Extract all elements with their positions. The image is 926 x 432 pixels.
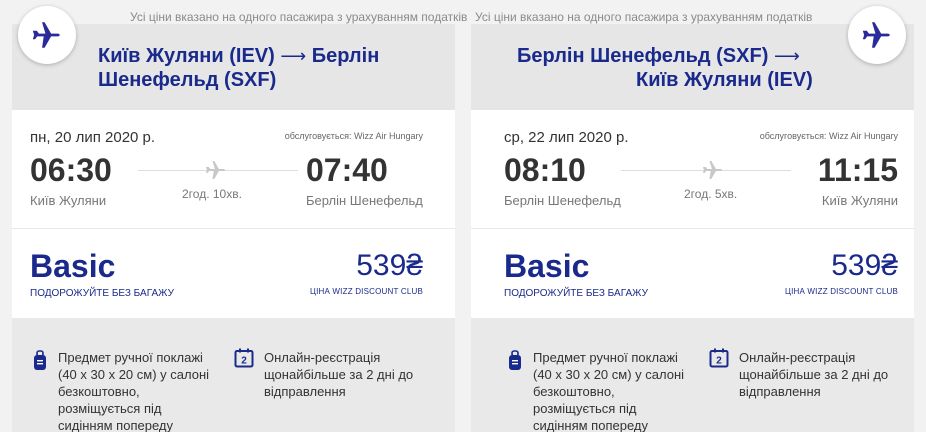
feature-line: відправлення <box>739 384 821 399</box>
feature-line: Онлайн-реєстрація <box>264 350 381 365</box>
feature-line: (40 х 30 х 20 см) у салоні <box>58 367 210 382</box>
feature-line: безкоштовно, <box>58 384 140 399</box>
feature-line: відправлення <box>264 384 346 399</box>
flight-details: пн, 20 лип 2020 р. обслуговується: Wizz … <box>12 110 455 318</box>
tax-note: Усі ціни вказано на одного пасажира з ур… <box>130 10 468 24</box>
airplane-icon <box>32 22 60 48</box>
arrival-city: Берлін Шенефельд <box>306 193 423 208</box>
arrival-time: 11:15 <box>817 152 898 188</box>
flight-duration: 2год. 5хв. <box>684 187 738 201</box>
operated-by: обслуговується: Wizz Air Hungary <box>759 131 898 141</box>
feature-line: розміщується під <box>533 401 637 416</box>
airplane-icon <box>699 158 727 182</box>
flight-details: ср, 22 лип 2020 р. обслуговується: Wizz … <box>471 110 914 318</box>
flight-summary: Усі ціни вказано на одного пасажира з ур… <box>0 0 926 432</box>
departure-city: Берлін Шенефельд <box>504 193 621 208</box>
feature-line: Онлайн-реєстрація <box>739 350 856 365</box>
feature-line: Предмет ручної поклажі <box>58 350 203 365</box>
feature-hand-luggage: Предмет ручної поклажі (40 х 30 х 20 см)… <box>533 349 684 432</box>
feature-line: Предмет ручної поклажі <box>533 350 678 365</box>
return-flight-card: Усі ціни вказано на одного пасажира з ур… <box>471 0 914 432</box>
fare-tagline: ПОДОРОЖУЙТЕ БЕЗ БАГАЖУ <box>504 288 648 299</box>
route-header: Київ Жуляни (IEV) ⟶ Берлін Шенефельд (SX… <box>12 24 455 110</box>
calendar-digit: 2 <box>241 356 247 367</box>
fare-features: Предмет ручної поклажі (40 х 30 х 20 см)… <box>12 318 455 432</box>
route-origin: Київ Жуляни (IEV) <box>98 45 275 67</box>
route-title: Берлін Шенефельд (SXF) ⟶ <box>517 44 800 68</box>
route-arrow: ⟶ <box>280 46 307 66</box>
feature-line: (40 х 30 х 20 см) у салоні <box>533 367 685 382</box>
departure-city: Київ Жуляни <box>30 193 107 208</box>
calendar-digit: 2 <box>716 356 722 367</box>
departure-time: 06:30 <box>30 152 112 188</box>
route-destination-airport: Шенефельд (SXF) <box>98 69 277 91</box>
fare-features: Предмет ручної поклажі (40 х 30 х 20 см)… <box>471 318 914 432</box>
outbound-flight-card: Усі ціни вказано на одного пасажира з ур… <box>12 0 467 432</box>
fare-price[interactable]: 539₴ <box>831 250 898 282</box>
hand-luggage-icon <box>32 350 48 377</box>
feature-line: безкоштовно, <box>533 384 615 399</box>
tax-note: Усі ціни вказано на одного пасажира з ур… <box>475 10 813 24</box>
route-arrow: ⟶ <box>773 46 800 66</box>
airline-badge <box>18 6 76 64</box>
discount-club-note: ЦІНА WIZZ DISCOUNT CLUB <box>309 287 423 296</box>
route-title: Київ Жуляни (IEV) ⟶ Берлін <box>98 44 379 68</box>
feature-line: сидінням попереду <box>533 418 648 432</box>
fare-price[interactable]: 539₴ <box>356 250 423 282</box>
feature-hand-luggage: Предмет ручної поклажі (40 х 30 х 20 см)… <box>58 349 209 432</box>
feature-line: сидінням попереду <box>58 418 173 432</box>
feature-checkin: Онлайн-реєстрація щонайбільше за 2 дні д… <box>739 349 888 400</box>
fare-tagline: ПОДОРОЖУЙТЕ БЕЗ БАГАЖУ <box>30 288 174 299</box>
flight-date: пн, 20 лип 2020 р. <box>30 129 156 146</box>
discount-club-note: ЦІНА WIZZ DISCOUNT CLUB <box>784 287 898 296</box>
hand-luggage-icon <box>507 350 523 377</box>
fare-name[interactable]: Basic <box>30 249 115 283</box>
calendar-icon: 2 <box>709 348 729 373</box>
feature-line: щонайбільше за 2 дні до <box>739 367 889 382</box>
divider <box>471 228 914 229</box>
arrival-city: Київ Жуляни <box>821 193 898 208</box>
arrival-time: 07:40 <box>306 152 388 188</box>
divider <box>12 228 455 229</box>
airplane-icon <box>862 22 890 48</box>
feature-line: щонайбільше за 2 дні до <box>264 367 414 382</box>
airline-badge <box>848 6 906 64</box>
feature-line: розміщується під <box>58 401 162 416</box>
calendar-icon: 2 <box>234 348 254 373</box>
operated-by: обслуговується: Wizz Air Hungary <box>284 131 423 141</box>
airplane-icon <box>202 158 230 182</box>
route-destination-city: Берлін <box>311 45 380 67</box>
flight-duration: 2год. 10хв. <box>182 187 242 201</box>
feature-checkin: Онлайн-реєстрація щонайбільше за 2 дні д… <box>264 349 413 400</box>
route-origin: Берлін Шенефельд (SXF) <box>517 45 769 67</box>
flight-date: ср, 22 лип 2020 р. <box>504 129 629 146</box>
fare-name[interactable]: Basic <box>504 249 589 283</box>
departure-time: 08:10 <box>504 152 586 188</box>
route-destination: Київ Жуляни (IEV) <box>636 69 813 91</box>
